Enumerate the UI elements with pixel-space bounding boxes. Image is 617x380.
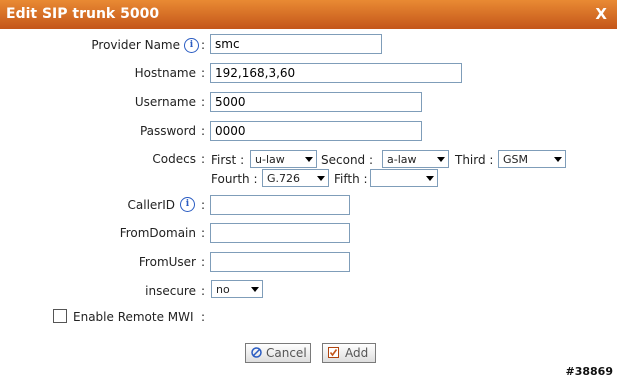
- codec-first-value: u-law: [255, 153, 285, 166]
- cancel-button[interactable]: Cancel: [245, 343, 311, 363]
- colon: :: [201, 255, 206, 269]
- colon: :: [201, 198, 206, 212]
- colon: :: [201, 124, 206, 138]
- insecure-value: no: [216, 283, 230, 296]
- dialog-titlebar: Edit SIP trunk 5000 X: [0, 0, 617, 29]
- codec-first-label: First :: [211, 153, 245, 167]
- colon: :: [201, 226, 206, 240]
- codec-first-select[interactable]: u-law: [250, 150, 317, 168]
- codec-third-select[interactable]: GSM: [498, 150, 566, 168]
- chevron-down-icon: [554, 157, 562, 162]
- cancel-icon: [251, 347, 262, 358]
- colon: :: [201, 66, 206, 80]
- codec-fifth-select[interactable]: [370, 169, 438, 187]
- cancel-button-label: Cancel: [266, 346, 307, 360]
- watermark: #38869: [565, 365, 614, 378]
- close-icon[interactable]: X: [595, 5, 607, 23]
- chevron-down-icon: [437, 157, 445, 162]
- info-icon[interactable]: i: [184, 38, 199, 53]
- provider-name-input[interactable]: [210, 34, 382, 54]
- hostname-input[interactable]: [210, 63, 462, 83]
- colon: :: [201, 38, 206, 52]
- codec-fifth-label: Fifth :: [334, 172, 368, 186]
- chevron-down-icon: [317, 176, 325, 181]
- codec-fourth-label: Fourth :: [211, 172, 258, 186]
- enable-remote-mwi-checkbox[interactable]: [53, 309, 67, 323]
- username-label: Username: [134, 95, 196, 109]
- codec-fourth-select[interactable]: G.726: [262, 169, 329, 187]
- enable-remote-mwi-label: Enable Remote MWI: [73, 310, 194, 324]
- chevron-down-icon: [426, 176, 434, 181]
- chevron-down-icon: [305, 157, 313, 162]
- codec-second-label: Second :: [321, 153, 374, 167]
- insecure-select[interactable]: no: [211, 280, 263, 298]
- chevron-down-icon: [251, 287, 259, 292]
- password-label: Password: [139, 124, 196, 138]
- password-input[interactable]: [210, 121, 422, 141]
- provider-name-label: Provider Name: [91, 38, 180, 52]
- add-button-label: Add: [345, 346, 369, 360]
- colon: :: [201, 95, 206, 109]
- callerid-input[interactable]: [210, 195, 350, 215]
- colon: :: [201, 310, 206, 324]
- codec-third-label: Third :: [455, 153, 494, 167]
- fromuser-label: FromUser: [138, 255, 196, 269]
- info-icon[interactable]: i: [180, 197, 195, 212]
- codec-third-value: GSM: [503, 153, 528, 166]
- insecure-label: insecure: [145, 284, 196, 298]
- dialog-title: Edit SIP trunk 5000: [6, 6, 160, 22]
- fromdomain-label: FromDomain: [119, 226, 196, 240]
- checkmark-icon: [328, 347, 339, 358]
- callerid-label: CallerID: [127, 198, 176, 212]
- codec-second-value: a-law: [387, 153, 417, 166]
- add-button[interactable]: Add: [322, 343, 376, 363]
- fromuser-input[interactable]: [210, 252, 350, 272]
- codec-second-select[interactable]: a-law: [382, 150, 449, 168]
- fromdomain-input[interactable]: [210, 223, 350, 243]
- codecs-label: Codecs: [152, 152, 196, 166]
- colon: :: [201, 152, 206, 166]
- codec-fourth-value: G.726: [267, 172, 301, 185]
- hostname-label: Hostname: [134, 66, 196, 80]
- username-input[interactable]: [210, 92, 422, 112]
- colon: :: [201, 284, 206, 298]
